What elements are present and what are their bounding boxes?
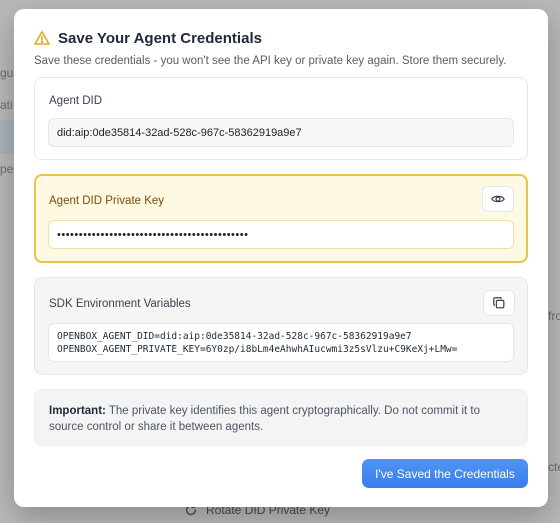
background-text-fragment: cte	[548, 460, 560, 474]
background-text-fragment: fro	[548, 309, 560, 323]
private-key-field[interactable]: ••••••••••••••••••••••••••••••••••••••••…	[48, 220, 514, 249]
important-note-strong: Important:	[49, 405, 106, 417]
agent-did-value: did:aip:0de35814-32ad-528c-967c-58362919…	[57, 126, 302, 139]
important-note-text: The private key identifies this agent cr…	[49, 405, 480, 433]
agent-did-card: Agent DID did:aip:0de35814-32ad-528c-967…	[34, 77, 528, 160]
reveal-key-button[interactable]	[482, 186, 514, 212]
dialog-subtitle: Save these credentials - you won't see t…	[34, 55, 507, 67]
background-text-fragment: ati	[0, 98, 13, 112]
copy-icon	[493, 297, 505, 309]
important-note: Important: The private key identifies th…	[34, 389, 528, 446]
sdk-env-card: SDK Environment Variables OPENBOX_AGENT_…	[34, 277, 528, 375]
credentials-dialog: Save Your Agent Credentials Save these c…	[14, 9, 548, 507]
copy-env-button[interactable]	[483, 290, 515, 316]
private-key-label: Agent DID Private Key	[49, 195, 165, 207]
agent-did-label: Agent DID	[49, 95, 103, 107]
dialog-title: Save Your Agent Credentials	[58, 29, 262, 47]
agent-did-value-field[interactable]: did:aip:0de35814-32ad-528c-967c-58362919…	[48, 118, 514, 147]
eye-icon	[491, 195, 505, 203]
background-sidebar-highlight	[0, 120, 14, 154]
sdk-env-label: SDK Environment Variables	[49, 298, 191, 310]
private-key-masked-value: ••••••••••••••••••••••••••••••••••••••••…	[57, 228, 249, 241]
dialog-header: Save Your Agent Credentials	[34, 27, 528, 49]
warning-triangle-icon	[34, 31, 50, 45]
sdk-env-code-block[interactable]: OPENBOX_AGENT_DID=did:aip:0de35814-32ad-…	[48, 323, 514, 362]
background-text-fragment: pe	[0, 162, 14, 176]
private-key-card: Agent DID Private Key ••••••••••••••••••…	[34, 174, 528, 263]
confirm-saved-button[interactable]: I've Saved the Credentials	[362, 459, 528, 488]
